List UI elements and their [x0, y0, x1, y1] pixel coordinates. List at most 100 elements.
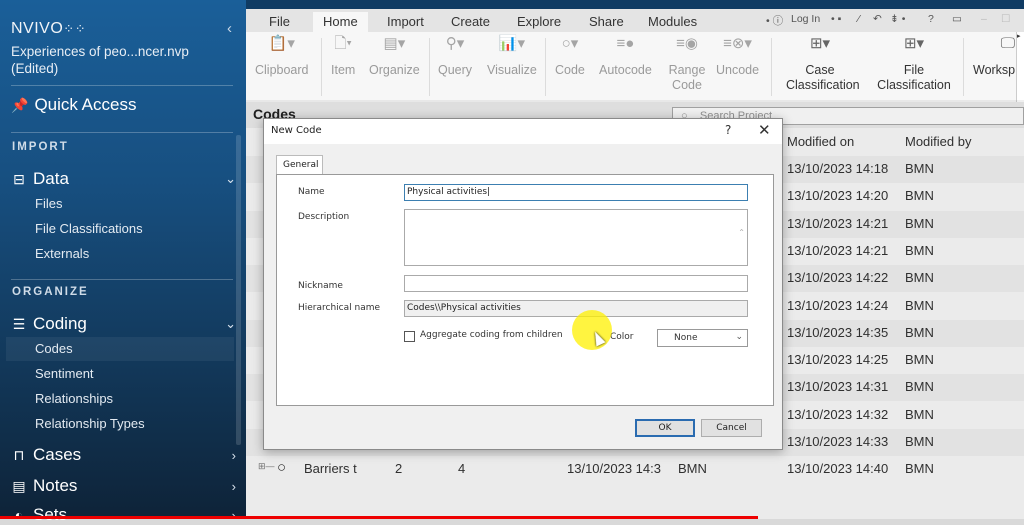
sidebar-group-notes[interactable]: ▤ Notes ›: [11, 476, 236, 496]
tab-general[interactable]: General: [276, 155, 323, 175]
ribbon-tabs: File Home Import Create Explore Share Mo…: [246, 9, 1024, 32]
help-button[interactable]: ?: [725, 123, 731, 137]
button-label: File Classification: [877, 63, 951, 92]
sidebar-group-coding[interactable]: ☰ Coding ⌄: [11, 314, 236, 334]
project-status: (Edited): [11, 61, 59, 76]
sidebar-item-codes[interactable]: Codes: [6, 337, 234, 361]
sidebar-item-relationships[interactable]: Relationships: [35, 391, 113, 406]
sidebar-item-file-classifications[interactable]: File Classifications: [35, 221, 143, 236]
nickname-field[interactable]: [404, 275, 748, 292]
tab-share[interactable]: Share: [579, 12, 634, 32]
sidebar-group-label: Coding: [33, 314, 87, 333]
hierarchical-name-field: Codes\\Physical activities: [404, 300, 748, 317]
customize-qat-icon[interactable]: ⇟ •: [890, 13, 905, 25]
chevron-down-icon: ⌄: [225, 171, 236, 186]
sidebar-item-externals[interactable]: Externals: [35, 246, 89, 261]
ok-button[interactable]: OK: [635, 419, 695, 437]
save-icon[interactable]: • ▪: [831, 13, 841, 25]
clipboard-button[interactable]: 📋▾ Clipboard: [255, 36, 309, 78]
file-classification-button[interactable]: ⊞▾ File Classification: [874, 36, 954, 93]
new-code-dialog: New Code ? ✕ General Name Physical activ…: [263, 118, 783, 450]
hierarchical-name-label: Hierarchical name: [298, 303, 381, 313]
hierarchical-name-value: Codes\\Physical activities: [407, 303, 521, 313]
tab-file[interactable]: File: [259, 12, 300, 32]
title-bar: [246, 0, 1024, 9]
chevron-down-icon: ⌄: [225, 316, 236, 331]
button-label: Query: [438, 63, 473, 77]
login-link[interactable]: Log In: [791, 13, 820, 25]
color-label: Color: [610, 332, 634, 342]
notes-icon: ▤: [12, 477, 26, 494]
chevron-right-icon: ›: [231, 478, 236, 494]
divider: [11, 85, 233, 86]
code-button[interactable]: ○▾ Code: [555, 36, 585, 78]
sidebar-group-sets[interactable]: ◐ Sets ›: [11, 505, 236, 525]
range-code-button[interactable]: ≡◉ Range Code: [668, 36, 706, 93]
button-label: Clipboard: [255, 63, 309, 77]
user-icon: • ⓘ: [766, 15, 784, 27]
button-label: Organize: [369, 63, 420, 77]
ribbon-home: 📋▾ Clipboard 🗋▾ Item ▤▾ Organize ⚲▾ Query 📊▾…: [246, 32, 1024, 102]
quick-access[interactable]: 📌 Quick Access: [11, 95, 136, 115]
navigation-sidebar: NVIVO⁘⁘ ‹ Experiences of peo...ncer.nvp …: [0, 0, 246, 524]
workspace-icon: 🖵: [1000, 35, 1016, 52]
maximize-button[interactable]: ☐: [1001, 13, 1010, 25]
sidebar-scrollbar[interactable]: [236, 135, 241, 445]
help-button[interactable]: ?: [928, 13, 934, 25]
section-heading-organize: ORGANIZE: [12, 286, 89, 298]
document-icon: 🗋▾: [334, 35, 352, 52]
case-classification-icon: ⊞▾: [809, 35, 831, 52]
ribbon-separator: [321, 38, 322, 96]
tab-modules[interactable]: Modules: [638, 12, 707, 32]
sidebar-item-files[interactable]: Files: [35, 196, 62, 211]
dots-grid-icon: ⁘⁘: [63, 21, 87, 36]
organize-button[interactable]: ▤▾ Organize: [369, 36, 420, 78]
item-button[interactable]: 🗋▾ Item: [331, 36, 355, 78]
nickname-label: Nickname: [298, 281, 343, 291]
ribbon-separator: [771, 38, 772, 96]
ribbon-scroll-right[interactable]: ▸: [1016, 32, 1024, 102]
button-label: Item: [331, 63, 356, 77]
quick-access-label: Quick Access: [34, 95, 137, 114]
aggregate-checkbox[interactable]: [404, 331, 415, 342]
color-select[interactable]: None ⌄: [657, 329, 748, 347]
uncode-icon: ≡⊗▾: [723, 35, 752, 52]
sidebar-item-relationship-types[interactable]: Relationship Types: [35, 416, 145, 431]
aggregate-label: Aggregate coding from children: [420, 330, 563, 340]
file-classification-icon: ⊞▾: [903, 35, 925, 52]
tab-explore[interactable]: Explore: [507, 12, 571, 32]
sidebar-group-cases[interactable]: ⊓ Cases ›: [11, 445, 236, 465]
ribbon-separator: [429, 38, 430, 96]
query-button[interactable]: ⚲▾ Query: [438, 36, 472, 78]
coding-icon: ☰: [12, 315, 26, 332]
tab-create[interactable]: Create: [441, 12, 500, 32]
name-field[interactable]: Physical activities|: [404, 184, 748, 201]
general-panel: Name Physical activities| Description ⌃ …: [276, 174, 774, 406]
close-icon[interactable]: ✕: [758, 121, 771, 139]
name-value: Physical activities: [407, 187, 488, 197]
tab-home[interactable]: Home: [313, 12, 368, 32]
edit-icon[interactable]: ⁄: [858, 13, 860, 25]
autocode-button[interactable]: ≡● Autocode: [599, 36, 652, 78]
name-label: Name: [298, 187, 325, 197]
sidebar-item-sentiment[interactable]: Sentiment: [35, 366, 94, 381]
workspace-button[interactable]: 🖵 Worksp: [973, 36, 1015, 78]
button-label: Range Code: [668, 63, 706, 92]
sidebar-group-data[interactable]: ⊟ Data ⌄: [11, 169, 236, 189]
cancel-button[interactable]: Cancel: [701, 419, 762, 437]
textarea-scrollbar[interactable]: ⌃: [738, 212, 745, 254]
visualize-button[interactable]: 📊▾ Visualize: [487, 36, 537, 78]
chevron-left-icon[interactable]: ‹: [227, 20, 232, 37]
tab-import[interactable]: Import: [377, 12, 434, 32]
sidebar-group-label: Cases: [33, 445, 82, 464]
uncode-button[interactable]: ≡⊗▾ Uncode: [716, 36, 759, 78]
description-field[interactable]: ⌃: [404, 209, 748, 266]
feedback-icon[interactable]: ▭: [952, 13, 962, 25]
case-classification-button[interactable]: ⊞▾ Case Classification: [786, 35, 860, 93]
cursor-highlight: [572, 310, 612, 350]
minimize-button[interactable]: –: [981, 13, 987, 25]
undo-icon[interactable]: ↶: [873, 13, 882, 25]
search-icon: ⚲▾: [445, 35, 465, 52]
dialog-title-bar: New Code ? ✕: [264, 119, 782, 144]
button-label: Visualize: [487, 63, 537, 77]
